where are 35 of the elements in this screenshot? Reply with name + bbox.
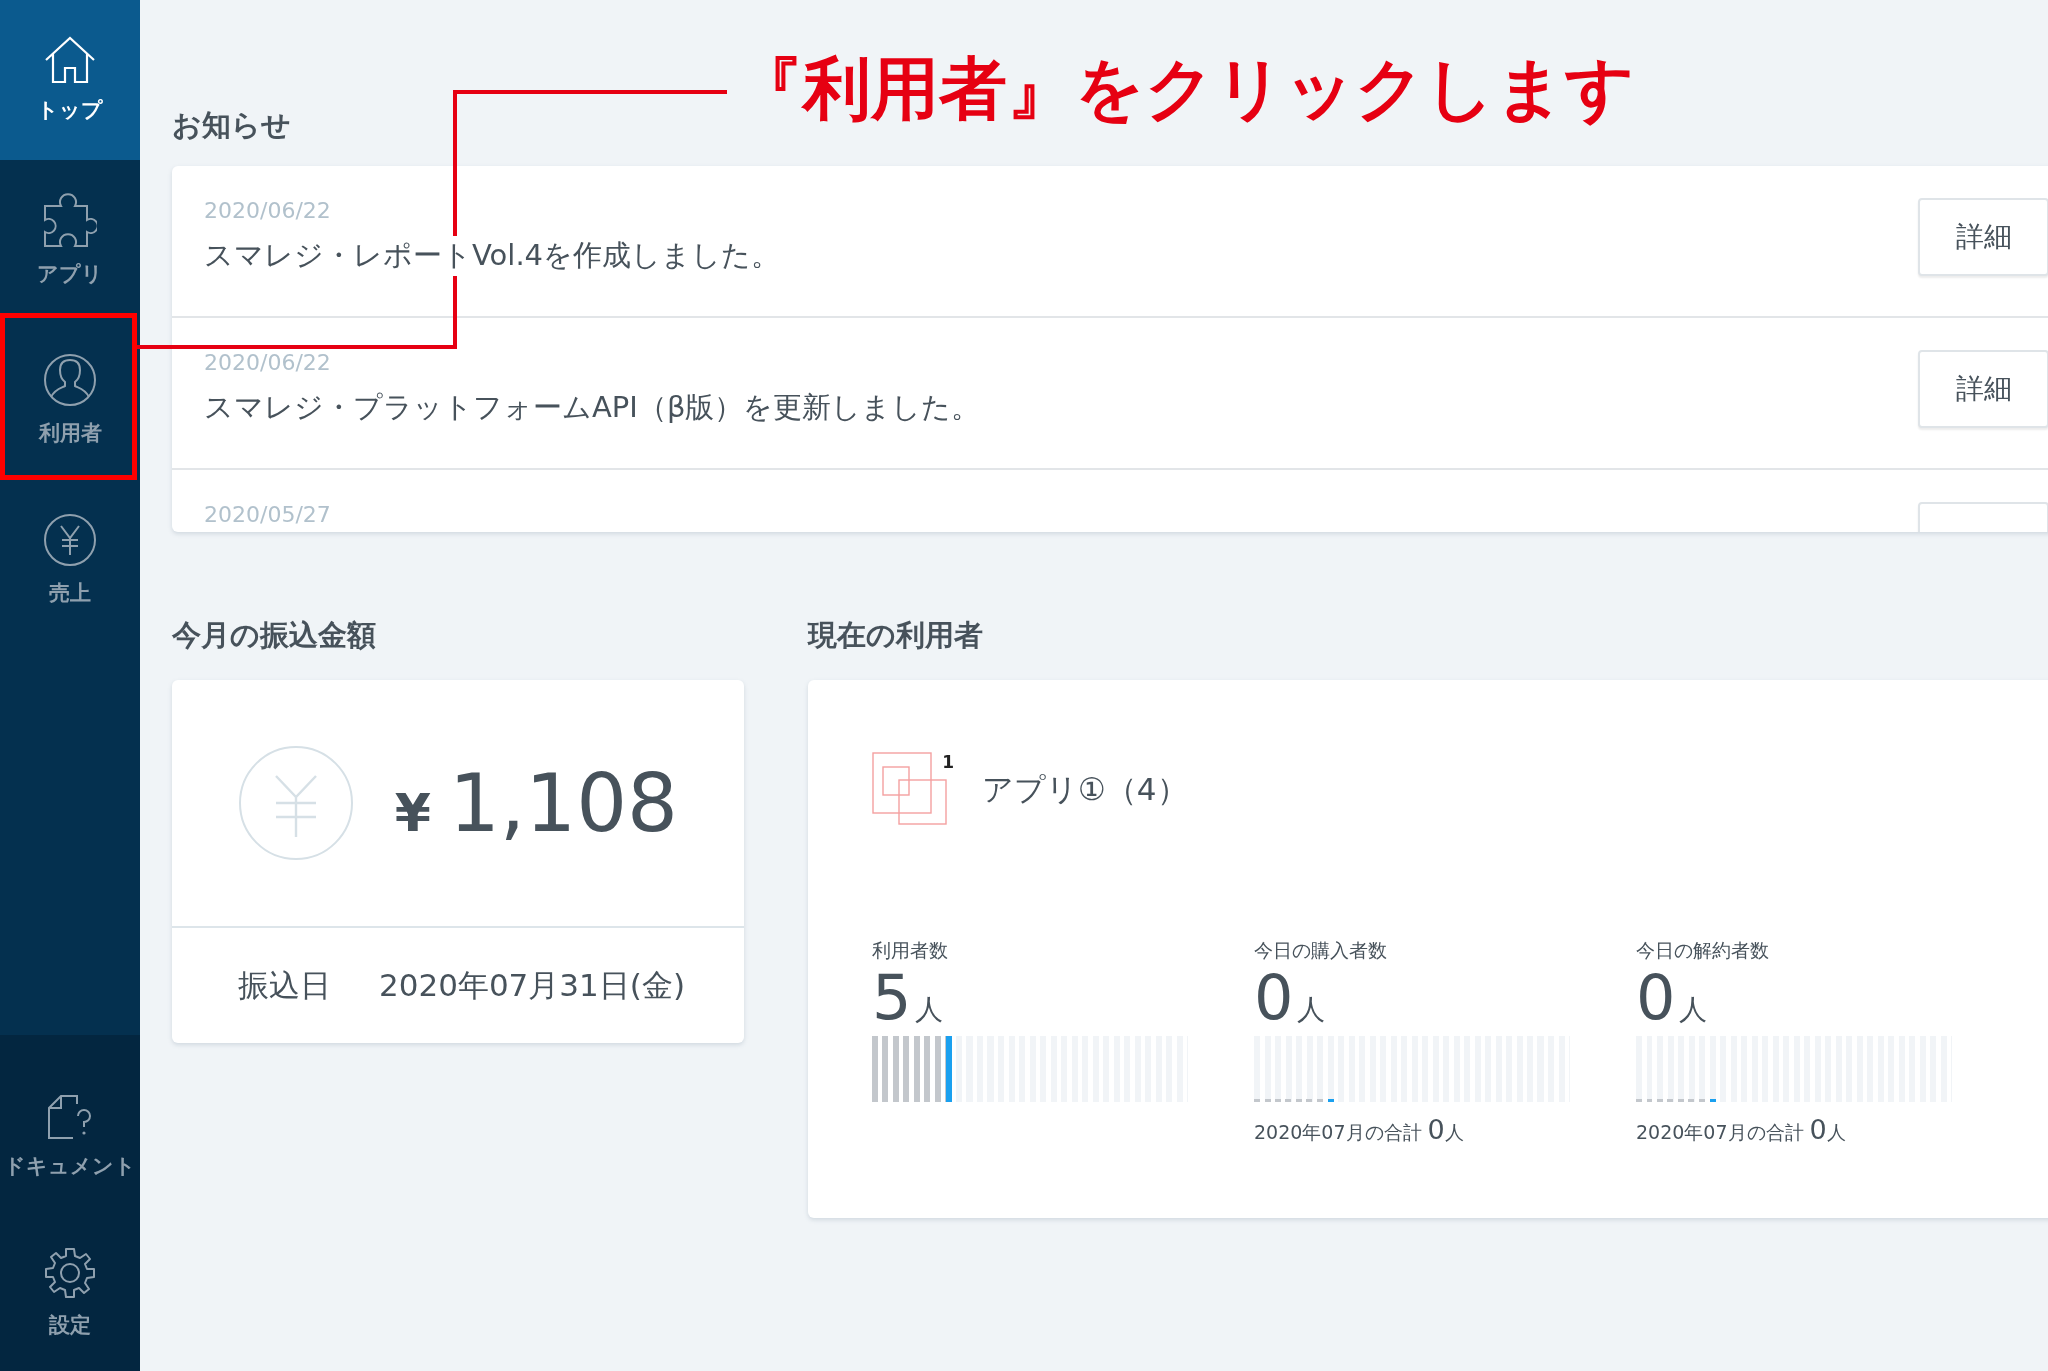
notice-date: 2020/06/22 [204,350,332,376]
stat-value: 0 人 [1636,964,1709,1033]
document-question-icon [47,1094,93,1140]
puzzle-icon [43,192,97,248]
yen-icon [43,513,97,567]
sidebar-item[interactable]: ドキュメント [0,1059,140,1215]
monthly-total: 2020年07月の合計 0人 [1636,1114,1847,1147]
stat-value: 0 人 [1254,964,1327,1033]
amount-text: ¥ 1,108 [394,756,678,850]
home-icon [44,36,96,84]
transfer-date: 2020年07月31日(金) [379,965,685,1005]
detail-button[interactable]: 詳細 [1918,350,2048,428]
user-icon [43,353,97,407]
sidebar-item[interactable]: トップ [0,0,140,160]
sidebar-item[interactable]: 設定 [0,1215,140,1371]
app-name: アプリ①（4） [982,770,1188,809]
section-title: 今月の振込金額 [172,617,377,654]
sidebar-item[interactable]: 利用者 [0,320,140,480]
section-title: お知らせ [172,107,292,144]
section-title: 現在の利用者 [808,617,984,654]
stat-label: 利用者数 [872,938,949,963]
notice-date: 2020/06/22 [204,198,332,224]
annotation-text: 『利用者』をクリックします [735,48,1635,130]
stat-label: 今日の解約者数 [1636,938,1770,963]
stat-label: 今日の購入者数 [1254,938,1388,963]
app-count-label: 1 [942,752,954,772]
monthly-total: 2020年07月の合計 0人 [1254,1114,1465,1147]
detail-button[interactable]: 詳細 [1918,198,2048,276]
settings-icon [44,1247,96,1299]
sidebar-item[interactable]: アプリ [0,160,140,320]
notice-date: 2020/05/27 [204,502,331,528]
sidebar-item[interactable]: 売上 [0,480,140,640]
date-label: 振込日 [238,965,331,1005]
yen-icon [238,745,354,861]
stat-value: 5 人 [872,964,945,1033]
